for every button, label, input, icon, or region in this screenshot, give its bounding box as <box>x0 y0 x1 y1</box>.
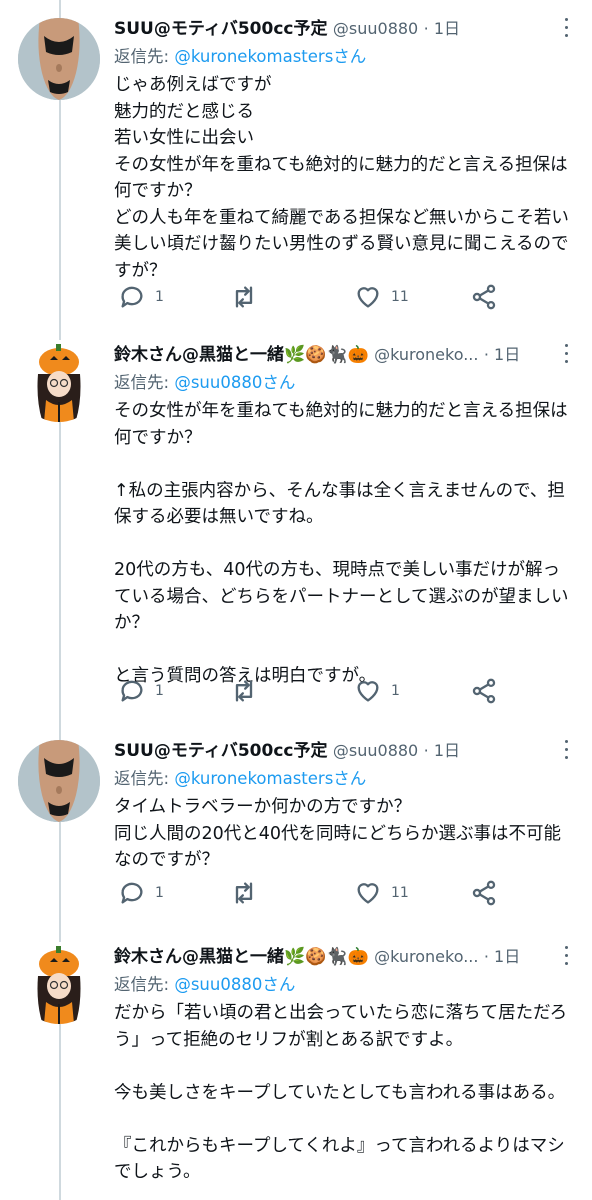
tweet-header: SUU@モティバ500cc予定 @suu0880 · 1日 <box>114 14 542 44</box>
cookie-icon: 🍪 <box>305 345 327 365</box>
more-options-icon[interactable] <box>562 944 570 968</box>
like-count: 11 <box>391 289 409 305</box>
tweet-actions: 1 11 <box>114 282 534 312</box>
share-icon <box>472 880 496 906</box>
reply-to-link[interactable]: @suu0880さん <box>174 373 295 392</box>
reply-context: 返信先: @suu0880さん <box>114 370 295 396</box>
tweet[interactable]: SUU@モティバ500cc予定 @suu0880 · 1日 返信先: @kuro… <box>0 14 592 324</box>
share-icon <box>472 678 496 704</box>
heart-icon <box>357 681 379 702</box>
author-name[interactable]: SUU@モティバ500cc予定 <box>114 19 327 39</box>
reply-to-link[interactable]: @kuronekomastersさん <box>174 769 366 788</box>
retweet-icon <box>235 882 253 904</box>
author-handle[interactable]: @suu0880 <box>333 19 418 38</box>
more-options-icon[interactable] <box>562 16 570 40</box>
tweet-text: その女性が年を重ねても絶対的に魅力的だと言える担保は何ですか？ ↑私の主張内容か… <box>114 401 569 686</box>
like-button[interactable]: 1 <box>354 676 400 706</box>
more-options-icon[interactable] <box>562 342 570 366</box>
tweet-text: だから「若い頃の君と出会っていたら恋に落ちて居ただろう」って拒絶のセリフが割とあ… <box>114 1003 568 1182</box>
author-name[interactable]: 鈴木さん@黒猫と一緒 <box>114 345 284 365</box>
reply-prefix: 返信先: <box>114 47 175 66</box>
reply-count: 1 <box>155 289 164 305</box>
tweet[interactable]: 鈴木さん@黒猫と一緒🌿🍪🐈‍⬛🎃 @kuroneko... · 1日 返信先: … <box>0 942 592 1200</box>
tweet-header: 鈴木さん@黒猫と一緒🌿🍪🐈‍⬛🎃 @kuroneko... · 1日 <box>114 340 542 370</box>
retweet-icon <box>235 680 253 702</box>
reply-context: 返信先: @kuronekomastersさん <box>114 766 366 792</box>
herb-icon: 🌿 <box>284 947 306 967</box>
black-cat-icon: 🐈‍⬛ <box>326 947 348 967</box>
retweet-button[interactable] <box>230 878 267 908</box>
reply-icon <box>121 286 143 308</box>
timestamp[interactable]: · 1日 <box>424 741 460 760</box>
reply-button[interactable]: 1 <box>118 282 164 312</box>
like-button[interactable]: 11 <box>354 282 409 312</box>
tweet-header: SUU@モティバ500cc予定 @suu0880 · 1日 <box>114 736 542 766</box>
retweet-icon <box>235 286 253 308</box>
like-count: 1 <box>391 683 400 699</box>
cookie-icon: 🍪 <box>305 947 327 967</box>
author-handle[interactable]: @kuroneko... <box>374 947 478 966</box>
like-button[interactable]: 11 <box>354 878 409 908</box>
tweet-text: タイムトラベラーか何かの方ですか？ 同じ人間の20代と40代を同時にどちらか選ぶ… <box>114 797 562 870</box>
reply-count: 1 <box>155 885 164 901</box>
reply-to-link[interactable]: @suu0880さん <box>174 975 295 994</box>
share-button[interactable] <box>470 676 498 706</box>
heart-icon <box>357 883 379 904</box>
reply-count: 1 <box>155 683 164 699</box>
author-name[interactable]: 鈴木さん@黒猫と一緒 <box>114 947 284 967</box>
avatar[interactable] <box>18 18 100 100</box>
retweet-button[interactable] <box>230 282 267 312</box>
tweet-text: じゃあ例えばですが 魅力的だと感じる 若い女性に出会い その女性が年を重ねても絶… <box>114 75 569 281</box>
tweet[interactable]: SUU@モティバ500cc予定 @suu0880 · 1日 返信先: @kuro… <box>0 736 592 926</box>
timestamp[interactable]: · 1日 <box>484 345 520 364</box>
herb-icon: 🌿 <box>284 345 306 365</box>
avatar[interactable] <box>18 340 100 422</box>
reply-prefix: 返信先: <box>114 975 175 994</box>
reply-icon <box>121 882 143 904</box>
share-button[interactable] <box>470 282 498 312</box>
tweet-actions: 1 1 <box>114 676 534 706</box>
author-name[interactable]: SUU@モティバ500cc予定 <box>114 741 327 761</box>
reply-icon <box>121 680 143 702</box>
jack-o-lantern-icon: 🎃 <box>347 947 369 967</box>
retweet-button[interactable] <box>230 676 267 706</box>
author-handle[interactable]: @kuroneko... <box>374 345 478 364</box>
black-cat-icon: 🐈‍⬛ <box>326 345 348 365</box>
reply-prefix: 返信先: <box>114 769 175 788</box>
author-handle[interactable]: @suu0880 <box>333 741 418 760</box>
more-options-icon[interactable] <box>562 738 570 762</box>
avatar[interactable] <box>18 942 100 1024</box>
jack-o-lantern-icon: 🎃 <box>347 345 369 365</box>
tweet-actions: 1 11 <box>114 878 534 908</box>
share-button[interactable] <box>470 878 498 908</box>
tweet-header: 鈴木さん@黒猫と一緒🌿🍪🐈‍⬛🎃 @kuroneko... · 1日 <box>114 942 542 972</box>
share-icon <box>472 284 496 310</box>
reply-to-link[interactable]: @kuronekomastersさん <box>174 47 366 66</box>
avatar[interactable] <box>18 740 100 822</box>
reply-prefix: 返信先: <box>114 373 175 392</box>
tweet[interactable]: 鈴木さん@黒猫と一緒🌿🍪🐈‍⬛🎃 @kuroneko... · 1日 返信先: … <box>0 340 592 720</box>
reply-button[interactable]: 1 <box>118 878 164 908</box>
timestamp[interactable]: · 1日 <box>424 19 460 38</box>
like-count: 11 <box>391 885 409 901</box>
reply-button[interactable]: 1 <box>118 676 164 706</box>
heart-icon <box>357 287 379 308</box>
reply-context: 返信先: @suu0880さん <box>114 972 295 998</box>
reply-context: 返信先: @kuronekomastersさん <box>114 44 366 70</box>
timestamp[interactable]: · 1日 <box>484 947 520 966</box>
